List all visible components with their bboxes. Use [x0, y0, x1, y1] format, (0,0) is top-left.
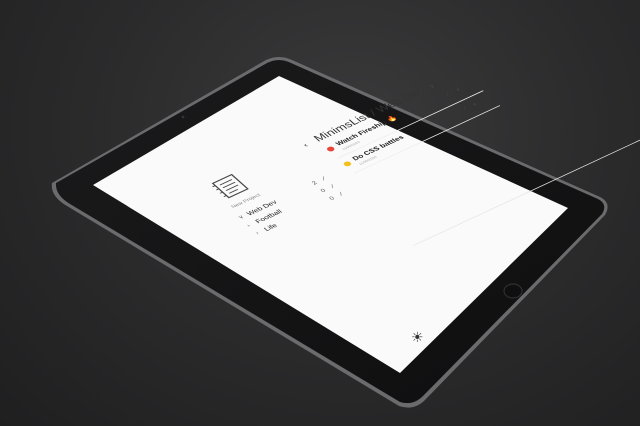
- chevron-down-icon[interactable]: ∨: [426, 81, 439, 89]
- project-list: ∨ Web Dev 2 ∕ › Football 0 ∕ › Life 0 ∕: [235, 173, 350, 238]
- priority-dot: [325, 145, 336, 153]
- edit-icon[interactable]: ∕: [446, 91, 454, 97]
- chevron-down-icon[interactable]: ∨: [454, 86, 465, 93]
- priority-dot: [342, 160, 353, 168]
- chevron-down-icon[interactable]: ∨: [471, 100, 482, 107]
- title-actions: ∕ ∨: [418, 81, 439, 93]
- edit-icon[interactable]: ∕: [463, 106, 471, 112]
- camera-dot: [181, 115, 185, 119]
- task-actions: ∕ ∨: [462, 100, 482, 111]
- home-button[interactable]: [503, 283, 523, 299]
- theme-toggle-sun-icon[interactable]: ☀: [411, 329, 424, 346]
- task-actions: ∕ ∨: [445, 85, 465, 97]
